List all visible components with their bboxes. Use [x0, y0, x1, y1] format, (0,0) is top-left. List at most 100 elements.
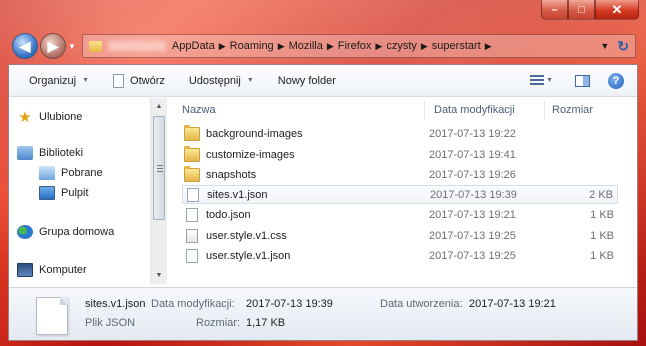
homegroup-icon — [17, 225, 33, 239]
breadcrumb-firefox[interactable]: Firefox — [338, 40, 372, 52]
file-row[interactable]: user.style.v1.json 2017-07-13 19:25 1 KB — [182, 246, 618, 265]
details-created-label: Data utworzenia: — [380, 298, 463, 310]
file-row[interactable]: background-images 2017-07-13 19:22 — [182, 124, 618, 143]
column-headers: Nazwa Data modyfikacji Rozmiar — [168, 98, 637, 121]
nav-homegroup[interactable]: Grupa domowa — [17, 225, 114, 239]
details-modified-label: Data modyfikacji: — [151, 298, 235, 310]
back-button[interactable]: ◀ — [12, 33, 38, 59]
column-date[interactable]: Data modyfikacji — [434, 104, 515, 116]
details-size-label: Rozmiar: — [196, 317, 241, 329]
downloads-icon — [39, 166, 55, 180]
breadcrumb-roaming[interactable]: Roaming — [230, 40, 274, 52]
file-icon — [187, 187, 199, 202]
new-folder-button[interactable]: Nowy folder — [278, 75, 336, 87]
folder-icon — [184, 165, 200, 182]
file-name: snapshots — [206, 168, 257, 181]
nav-computer[interactable]: Komputer — [17, 263, 87, 277]
window-controls: – □ ✕ — [541, 0, 639, 20]
file-date: 2017-07-13 19:39 — [430, 188, 517, 201]
help-icon[interactable]: ? — [608, 72, 624, 89]
view-dropdown-icon[interactable]: ▼ — [546, 77, 553, 84]
organize-button[interactable]: Organizuj ▼ — [29, 75, 89, 87]
chevron-down-icon: ▼ — [246, 77, 254, 84]
file-size: 1 KB — [590, 249, 614, 262]
computer-icon — [17, 263, 33, 277]
nav-label: Komputer — [39, 264, 87, 276]
organize-label: Organizuj — [29, 74, 77, 87]
breadcrumb-separator[interactable]: ▶ — [219, 41, 226, 52]
breadcrumb-separator[interactable]: ▶ — [278, 41, 285, 52]
breadcrumb-separator[interactable]: ▶ — [421, 41, 428, 52]
scroll-down-icon[interactable]: ▼ — [151, 267, 167, 284]
column-name[interactable]: Nazwa — [182, 104, 216, 116]
nav-label: Grupa domowa — [39, 226, 115, 238]
new-folder-label: Nowy folder — [277, 74, 336, 87]
folder-icon — [184, 124, 200, 141]
file-row[interactable]: user.style.v1.css 2017-07-13 19:25 1 KB — [182, 226, 618, 245]
file-date: 2017-07-13 19:22 — [429, 127, 516, 140]
view-icon[interactable] — [530, 74, 545, 87]
close-button[interactable]: ✕ — [595, 0, 639, 20]
file-size: 2 KB — [589, 188, 613, 201]
open-label: Otwórz — [130, 74, 165, 87]
file-name: user.style.v1.json — [206, 249, 291, 262]
breadcrumb-separator[interactable]: ▶ — [327, 41, 334, 52]
file-size: 1 KB — [590, 229, 614, 242]
file-row-selected[interactable]: sites.v1.json 2017-07-13 19:39 2 KB — [182, 185, 618, 204]
nav-scrollbar[interactable]: ▲ ▼ — [150, 98, 167, 284]
address-bar[interactable]: AppData ▶ Roaming ▶ Mozilla ▶ Firefox ▶ … — [81, 34, 636, 58]
nav-desktop[interactable]: Pulpit — [39, 186, 89, 200]
share-button[interactable]: Udostępnij ▼ — [189, 75, 254, 87]
breadcrumb-separator[interactable]: ▶ — [375, 41, 382, 52]
folder-icon — [184, 145, 200, 162]
preview-pane-icon[interactable] — [575, 74, 590, 87]
details-modified-value: 2017-07-13 19:39 — [246, 298, 333, 310]
column-size[interactable]: Rozmiar — [552, 104, 593, 116]
redacted-path — [107, 41, 166, 51]
file-row[interactable]: customize-images 2017-07-13 19:41 — [182, 145, 618, 164]
star-icon: ★ — [18, 109, 32, 126]
breadcrumb-separator[interactable]: ▶ — [485, 41, 492, 52]
file-date: 2017-07-13 19:21 — [429, 208, 516, 221]
file-date: 2017-07-13 19:41 — [429, 148, 516, 161]
file-name: background-images — [206, 127, 303, 140]
file-icon — [186, 207, 198, 222]
nav-label: Pulpit — [61, 187, 89, 199]
file-row[interactable]: todo.json 2017-07-13 19:21 1 KB — [182, 205, 618, 224]
scroll-up-icon[interactable]: ▲ — [151, 98, 167, 115]
chevron-down-icon[interactable]: ▼ — [600, 41, 609, 51]
library-icon — [17, 146, 33, 160]
file-name: user.style.v1.css — [206, 229, 287, 242]
chevron-down-icon: ▼ — [82, 77, 90, 84]
nav-libraries[interactable]: Biblioteki — [17, 146, 83, 160]
explorer-panel: Organizuj ▼ Otwórz Udostępnij ▼ Nowy fol… — [8, 64, 638, 341]
file-list: Nazwa Data modyfikacji Rozmiar backgroun… — [168, 98, 637, 284]
command-bar: Organizuj ▼ Otwórz Udostępnij ▼ Nowy fol… — [9, 65, 637, 97]
nav-label: Biblioteki — [39, 147, 84, 159]
scroll-thumb[interactable] — [153, 116, 165, 220]
breadcrumb-czysty[interactable]: czysty — [386, 40, 417, 52]
file-size: 1 KB — [590, 208, 614, 221]
navigation-pane: ★ Ulubione Biblioteki Pobrane Pulpit Gru… — [9, 98, 159, 284]
nav-label: Ulubione — [39, 111, 83, 123]
folder-icon — [88, 40, 102, 52]
maximize-button[interactable]: □ — [568, 0, 595, 20]
open-button[interactable]: Otwórz — [113, 73, 165, 88]
breadcrumb-appdata[interactable]: AppData — [172, 40, 215, 52]
file-preview-icon — [36, 297, 68, 335]
nav-favorites[interactable]: ★ Ulubione — [17, 108, 82, 126]
refresh-icon[interactable]: ↻ — [617, 38, 629, 55]
breadcrumb-mozilla[interactable]: Mozilla — [289, 40, 323, 52]
nav-label: Pobrane — [61, 167, 103, 179]
css-file-icon — [186, 228, 198, 243]
breadcrumb-superstart[interactable]: superstart — [432, 40, 481, 52]
recent-pages-dropdown[interactable]: ▼ — [68, 42, 76, 51]
nav-downloads[interactable]: Pobrane — [39, 166, 103, 180]
forward-button[interactable]: ▶ — [40, 33, 66, 59]
desktop-icon — [39, 186, 55, 200]
file-date: 2017-07-13 19:25 — [429, 249, 516, 262]
details-size-value: 1,17 KB — [246, 317, 286, 329]
file-row[interactable]: snapshots 2017-07-13 19:26 — [182, 165, 618, 184]
minimize-button[interactable]: – — [541, 0, 568, 20]
file-name: todo.json — [206, 208, 251, 221]
